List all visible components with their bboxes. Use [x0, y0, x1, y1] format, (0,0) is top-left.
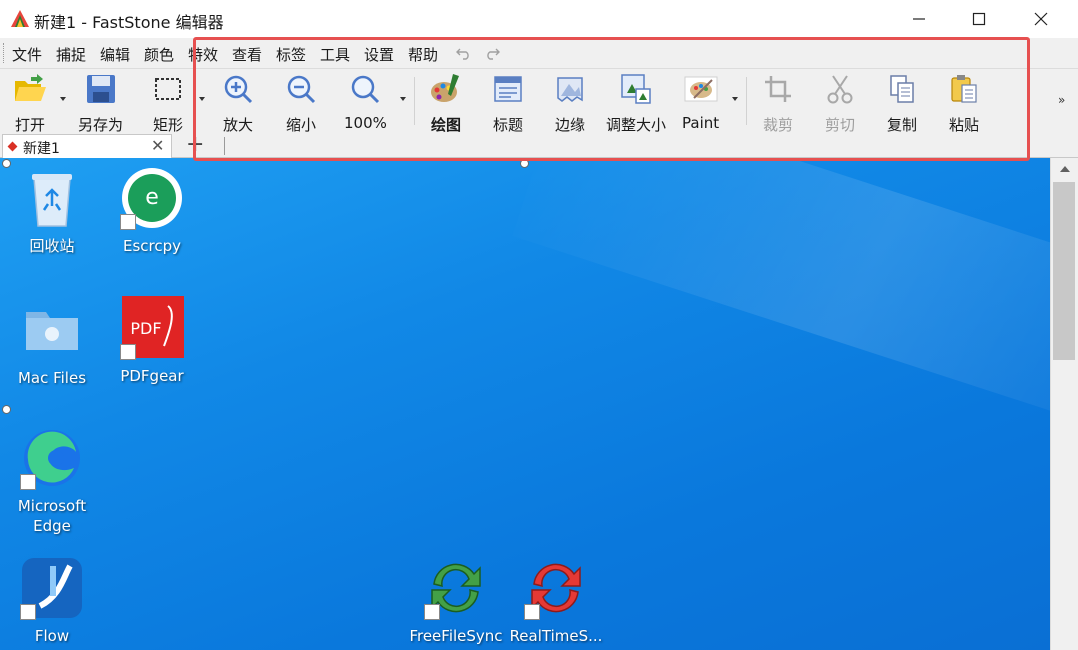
save-as-button[interactable]: 另存为	[78, 71, 123, 135]
resize-handle-left[interactable]	[2, 405, 11, 414]
menu-capture[interactable]: 捕捉	[56, 44, 86, 65]
freefilesync-sync-icon	[424, 556, 488, 620]
desktop-icon-label: Microsoft Edge	[17, 497, 87, 535]
minimize-icon	[913, 18, 925, 20]
close-icon	[1034, 12, 1048, 26]
desktop-icon-pdfgear[interactable]: PDF PDFgear	[102, 296, 202, 386]
title-bar: 新建1 - FastStone 编辑器	[0, 0, 1078, 38]
maximize-icon	[972, 12, 986, 26]
folder-apple-icon	[20, 298, 84, 362]
open-folder-icon	[12, 71, 48, 107]
tab-document[interactable]: 新建1 ✕	[2, 134, 172, 158]
maximize-button[interactable]	[950, 0, 1008, 38]
tab-document-label: 新建1	[23, 141, 60, 157]
menu-file[interactable]: 文件	[12, 44, 42, 65]
vertical-scrollbar[interactable]	[1050, 158, 1078, 650]
shortcut-arrow-icon	[20, 474, 36, 490]
shortcut-arrow-icon	[20, 604, 36, 620]
rectangle-button[interactable]: 矩形	[150, 71, 186, 135]
save-as-label: 另存为	[78, 116, 124, 134]
open-dropdown-arrow[interactable]	[60, 97, 66, 101]
close-button[interactable]	[1012, 0, 1070, 38]
rectangle-label: 矩形	[152, 116, 183, 134]
desktop-icon-recycle-bin[interactable]: 回收站	[2, 166, 102, 256]
desktop-icon-mac-files[interactable]: Mac Files	[2, 298, 102, 388]
pdfgear-app-icon: PDF	[120, 296, 184, 360]
menu-grip	[3, 43, 6, 63]
realtimesync-sync-icon	[524, 556, 588, 620]
recycle-bin-icon	[20, 166, 84, 230]
svg-text:e: e	[145, 185, 159, 210]
tab-close-icon[interactable]: ✕	[151, 136, 164, 155]
desktop-icon-escrcpy[interactable]: e Escrcpy	[102, 166, 202, 256]
desktop-icon-label: Mac Files	[17, 369, 87, 387]
desktop-icon-label: Escrcpy	[122, 237, 182, 255]
desktop-icon-label: RealTimeS...	[509, 627, 603, 645]
menu-edit[interactable]: 编辑	[100, 44, 130, 65]
toolbar-overflow-chevron-icon[interactable]: »	[1058, 93, 1065, 107]
modified-indicator-icon	[7, 141, 18, 152]
scroll-thumb[interactable]	[1053, 182, 1075, 360]
faststone-logo-icon	[11, 10, 29, 27]
wallpaper-light-ray	[512, 158, 1050, 453]
desktop-icon-label: PDFgear	[120, 367, 184, 385]
resize-handle-top-left[interactable]	[2, 159, 11, 168]
minimize-button[interactable]	[890, 0, 948, 38]
open-button[interactable]: 打开	[12, 71, 48, 135]
shortcut-arrow-icon	[120, 344, 136, 360]
shortcut-arrow-icon	[524, 604, 540, 620]
desktop-icon-label: Flow	[34, 627, 70, 645]
desktop-icon-microsoft-edge[interactable]: Microsoft Edge	[2, 426, 102, 536]
rectangle-select-icon	[150, 71, 186, 107]
shortcut-arrow-icon	[120, 214, 136, 230]
scroll-up-arrow-icon[interactable]	[1060, 166, 1070, 172]
desktop-icon-freefilesync[interactable]: FreeFileSync	[406, 556, 506, 646]
desktop-icon-label: 回收站	[29, 237, 75, 255]
image-canvas[interactable]: 回收站 e Escrcpy Mac Files PDF PDFgear Micr…	[0, 158, 1050, 650]
save-disk-icon	[83, 71, 119, 107]
escrcpy-app-icon: e	[120, 166, 184, 230]
shortcut-arrow-icon	[424, 604, 440, 620]
desktop-icon-label: FreeFileSync	[409, 627, 503, 645]
desktop-icon-realtimesync[interactable]: RealTimeS...	[506, 556, 606, 646]
flow-app-icon	[20, 556, 84, 620]
menu-color[interactable]: 颜色	[144, 44, 174, 65]
window-title: 新建1 - FastStone 编辑器	[34, 13, 224, 32]
desktop-icon-flow[interactable]: Flow	[2, 556, 102, 646]
highlight-annotation-box	[193, 37, 1030, 161]
edge-browser-icon	[20, 426, 84, 490]
open-label: 打开	[14, 116, 45, 134]
svg-text:PDF: PDF	[130, 319, 161, 338]
